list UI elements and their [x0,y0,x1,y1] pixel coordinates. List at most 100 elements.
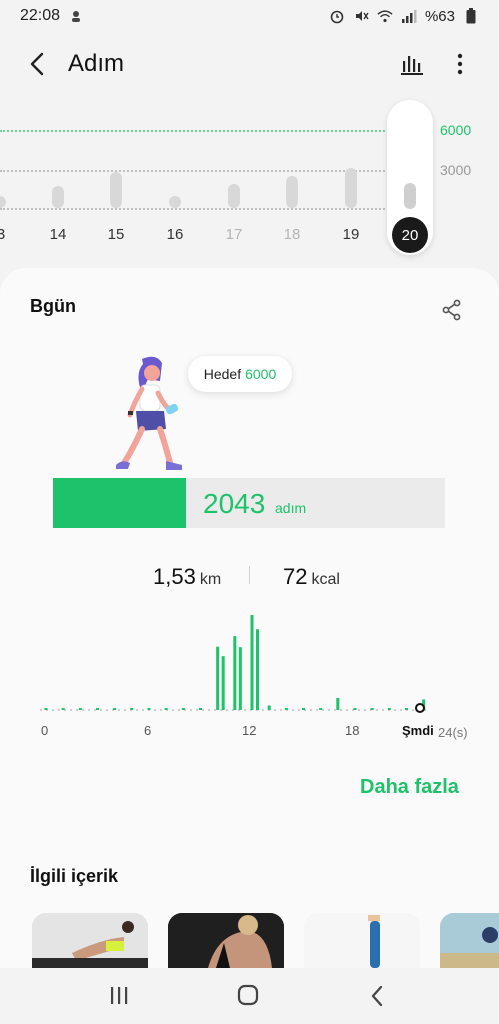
distance-value: 1,53 [153,564,196,589]
hourly-bar [78,708,82,710]
mid-gridline [0,170,385,172]
day-label[interactable]: 17 [219,226,249,243]
selected-day-bar [404,183,416,209]
day-label[interactable]: 15 [101,226,131,243]
hour-unit-label: 24(s) [438,725,468,740]
metric-divider [249,566,250,584]
day-label[interactable]: 18 [277,226,307,243]
hourly-bar [302,708,305,710]
hourly-bar [96,708,99,710]
mid-axis-label: 3000 [440,162,472,178]
related-content-title: İlgili içerik [30,866,119,886]
bar-chart-icon [401,56,423,75]
day-bar[interactable] [228,184,240,208]
workout-photo [32,913,148,968]
day-bar[interactable] [286,176,298,208]
goal-value: 6000 [245,366,277,382]
goal-gridline [0,130,385,132]
status-icons: %63 [329,8,479,25]
distance-unit: km [199,571,222,588]
hourly-bars-svg [40,615,430,713]
hourly-bar [233,636,237,710]
more-options-button[interactable] [450,50,470,78]
hourly-bar [405,708,408,710]
goal-axis-label: 6000 [440,122,472,138]
hourly-bar [238,647,242,710]
hourly-bar [370,708,374,710]
steps-progress-fill [53,478,187,528]
day-label[interactable]: 14 [43,226,73,243]
related-thumb[interactable] [168,913,284,968]
share-button[interactable] [440,298,464,322]
share-icon [442,299,461,321]
recent-apps-icon [111,987,128,1004]
hourly-bar [130,708,134,710]
hourly-bar [387,708,391,710]
hourly-bar [147,708,151,710]
day-bar[interactable] [169,196,181,208]
related-thumb[interactable] [32,913,148,968]
app-header: Adım [0,38,499,90]
selected-day-label[interactable]: 20 [392,217,428,253]
more-link[interactable]: Daha fazla [360,776,459,799]
day-bar[interactable] [110,172,122,208]
signal-icon [401,8,417,24]
workout-photo [168,913,284,968]
day-label[interactable]: 16 [160,226,190,243]
hour-tick: 6 [144,723,152,738]
notification-icon [68,8,84,24]
wifi-icon [377,8,393,24]
system-nav-bar [0,968,499,1024]
workout-photo [440,913,499,968]
steps-unit: adım [275,500,307,516]
nav-back-button[interactable] [362,982,392,1010]
related-thumb[interactable] [440,913,499,968]
base-gridline [0,208,385,210]
goal-prefix: Hedef [203,366,242,382]
page-title: Adım [68,50,125,77]
hour-tick: 12 [242,723,257,738]
related-thumb[interactable] [304,913,420,968]
hourly-bar [284,708,288,710]
alarm-icon [329,8,345,24]
calories-unit: kcal [311,571,340,588]
hourly-bar [256,629,259,710]
trends-button[interactable] [400,52,424,76]
hour-tick: 0 [41,723,49,738]
hourly-bar [44,708,48,710]
hourly-bar [164,708,168,710]
recent-apps-button[interactable] [104,982,134,1010]
hourly-bar [216,646,220,710]
status-time: 22:08 [20,7,61,24]
day-bar[interactable] [0,196,6,208]
today-card: Bgün Hedef 6000 2043 adım 1,53 km 72 kca… [0,268,499,988]
hourly-bar [61,708,65,710]
card-title: Bgün [30,296,76,316]
more-vertical-icon [457,53,463,75]
nav-back-icon [371,985,383,1007]
day-bar[interactable] [52,186,64,208]
distance-metric: 1,53 km [153,564,221,590]
mute-icon [353,8,369,24]
hourly-bar [319,708,323,710]
day-bar[interactable] [345,168,357,208]
hourly-bar [199,708,202,710]
day-label[interactable]: 19 [336,226,366,243]
back-button[interactable] [24,50,52,78]
hour-tick: 18 [345,723,360,738]
back-arrow-icon [30,52,44,76]
calories-metric: 72 kcal [283,564,340,590]
home-button[interactable] [233,982,263,1010]
hourly-bar [336,697,340,710]
hourly-bar [250,615,254,710]
steps-count: 2043 [203,488,266,519]
workout-photo [304,913,420,968]
hourly-steps-chart[interactable]: 0 6 12 18 Şmdi 24(s) [30,603,490,743]
hourly-bar [267,705,271,710]
battery-icon [463,8,479,24]
day-label[interactable]: 3 [0,226,16,243]
weekly-steps-strip[interactable]: 6000 3000 3 14 15 16 17 18 19 20 [0,100,499,260]
hourly-bar [181,708,185,710]
battery-percent: %63 [424,7,455,25]
now-label: Şmdi [402,723,434,738]
